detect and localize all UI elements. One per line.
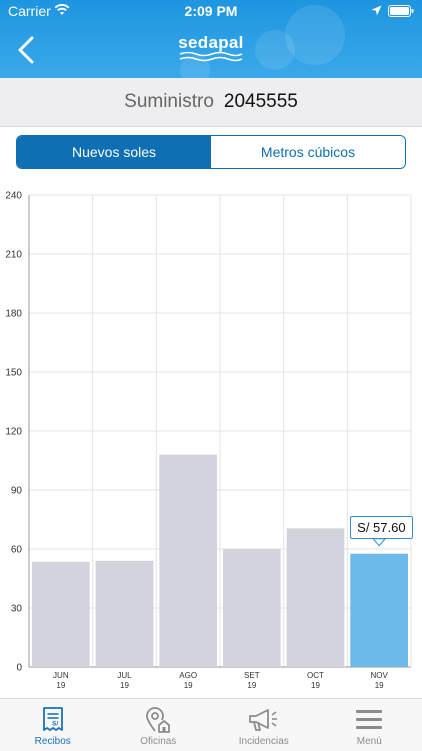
currency-unit-toggle: Nuevos soles Metros cúbicos	[16, 135, 406, 169]
wave-icon	[178, 51, 244, 63]
tab-label: Menú	[317, 736, 422, 747]
y-tick-label: 90	[11, 486, 23, 497]
suministro-label: Suministro	[124, 91, 214, 112]
office-location-icon	[145, 707, 171, 733]
bar-highlighted	[350, 554, 408, 667]
suministro-number: 2045555	[224, 91, 298, 112]
sedapal-logo: sedapal	[0, 34, 422, 63]
y-tick-label: 210	[5, 250, 22, 261]
tab-bar: S/ Recibos Oficinas Incidencias Menú	[0, 698, 422, 751]
tab-label: Recibos	[0, 736, 106, 747]
bar	[159, 455, 217, 667]
y-tick-label: 180	[5, 309, 22, 320]
location-arrow-icon	[371, 5, 382, 16]
bar-chart: 0306090120150180210240JUN19JUL19AGO19SET…	[0, 185, 422, 697]
suministro-bar: Suministro 2045555	[0, 78, 422, 127]
battery-icon	[388, 5, 414, 17]
tab-oficinas[interactable]: Oficinas	[106, 699, 212, 751]
y-tick-label: 120	[5, 427, 22, 438]
value-tooltip: S/ 57.60	[350, 516, 412, 539]
x-tick-label: 19	[56, 681, 65, 690]
x-tick-label: 19	[184, 681, 193, 690]
tab-label: Oficinas	[106, 736, 212, 747]
x-tick-label: SET	[244, 671, 260, 680]
x-tick-label: AGO	[179, 671, 197, 680]
status-time: 2:09 PM	[0, 3, 422, 19]
tooltip-pointer	[373, 539, 385, 546]
x-tick-label: OCT	[307, 671, 324, 680]
y-tick-label: 0	[16, 663, 22, 674]
y-tick-label: 150	[5, 368, 22, 379]
logo-text: sedapal	[0, 34, 422, 51]
bar	[96, 561, 154, 667]
x-tick-label: 19	[375, 681, 384, 690]
receipt-icon: S/	[41, 707, 65, 733]
app-header: Carrier 2:09 PM sedapal	[0, 0, 422, 78]
svg-text:S/: S/	[52, 721, 58, 728]
tab-label: Incidencias	[211, 736, 317, 747]
x-tick-label: 19	[247, 681, 256, 690]
bar	[287, 528, 345, 667]
tab-incidencias[interactable]: Incidencias	[211, 699, 317, 751]
segment-nuevos-soles[interactable]: Nuevos soles	[17, 136, 211, 168]
megaphone-icon	[247, 707, 281, 733]
x-tick-label: NOV	[370, 671, 388, 680]
bar	[223, 549, 281, 667]
x-tick-label: 19	[120, 681, 129, 690]
bar	[32, 562, 90, 667]
status-bar: Carrier 2:09 PM	[0, 0, 422, 22]
x-tick-label: JUN	[53, 671, 69, 680]
menu-icon	[354, 707, 384, 733]
tab-menu[interactable]: Menú	[317, 699, 422, 751]
y-tick-label: 240	[5, 191, 22, 202]
billing-chart: 0306090120150180210240JUN19JUL19AGO19SET…	[0, 185, 422, 697]
y-tick-label: 30	[11, 604, 23, 615]
y-tick-label: 60	[11, 545, 23, 556]
x-tick-label: JUL	[117, 671, 132, 680]
x-tick-label: 19	[311, 681, 320, 690]
tab-recibos[interactable]: S/ Recibos	[0, 699, 106, 751]
segment-metros-cubicos[interactable]: Metros cúbicos	[211, 136, 405, 168]
